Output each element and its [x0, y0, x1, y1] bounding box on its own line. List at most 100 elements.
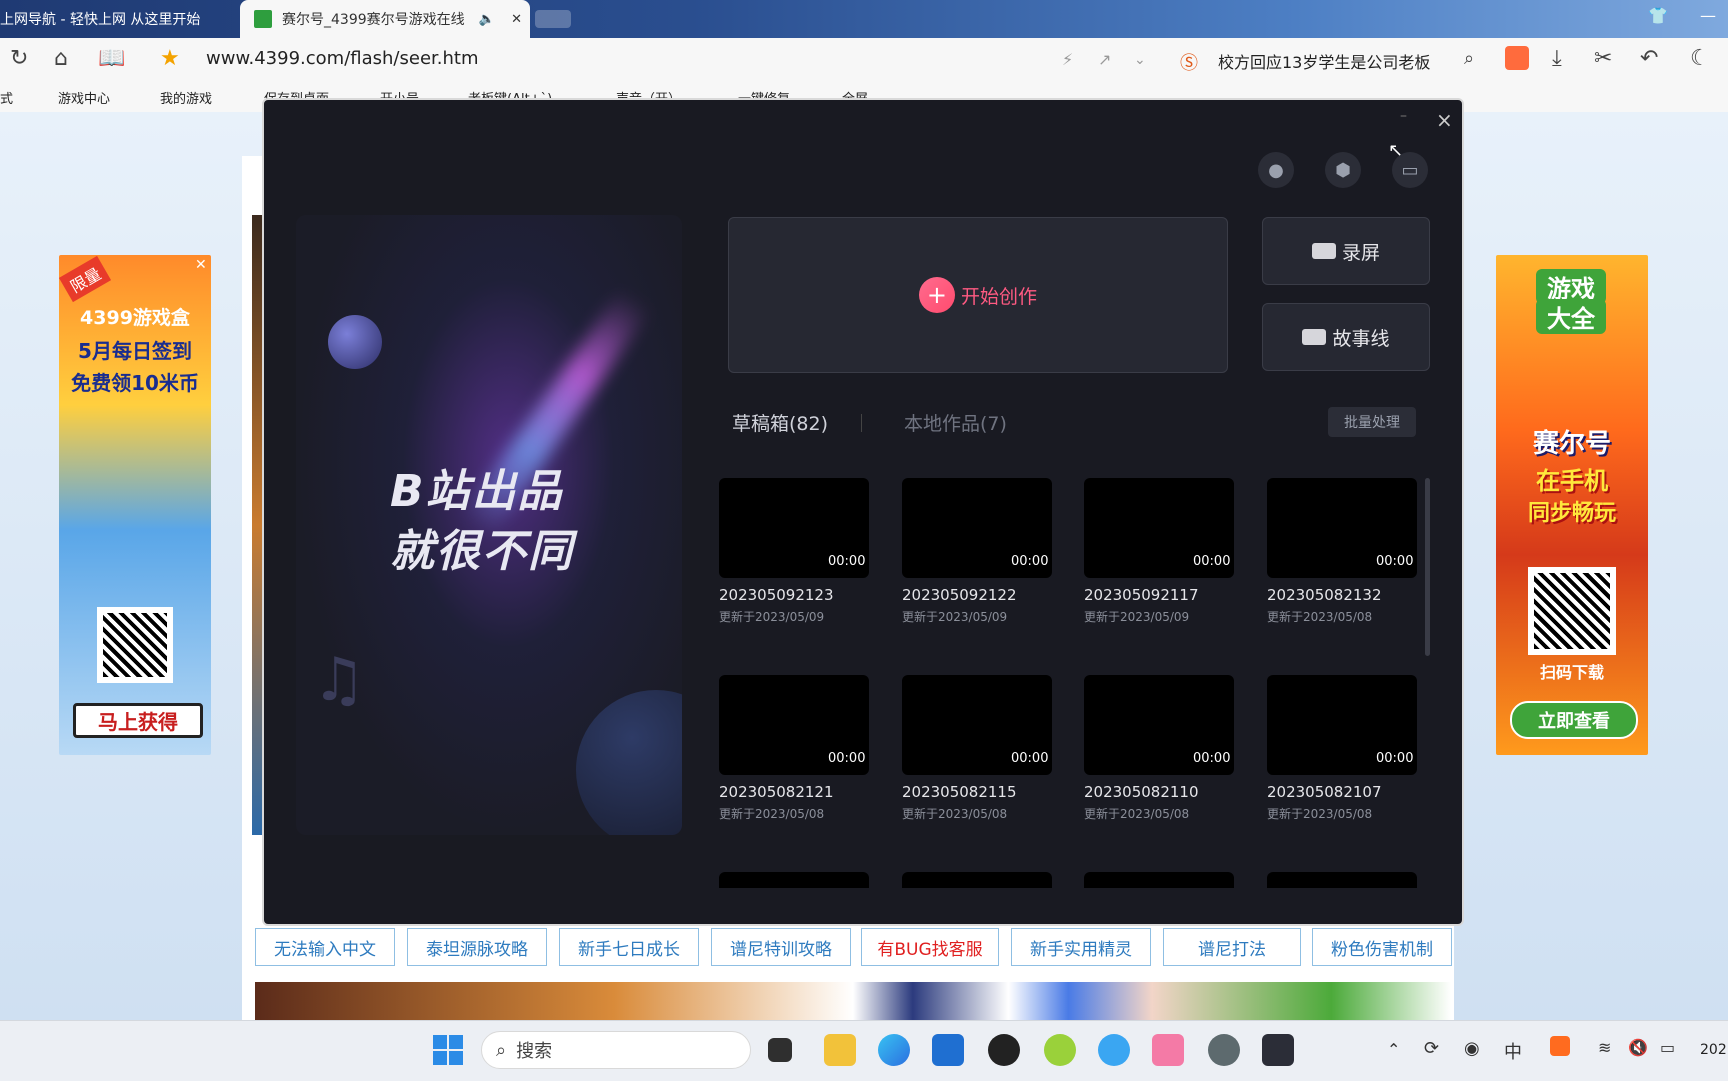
- ime-icon[interactable]: 中: [1504, 1038, 1522, 1064]
- search-engine-icon[interactable]: Ⓢ: [1180, 49, 1198, 75]
- storyline-button[interactable]: 故事线: [1262, 303, 1430, 371]
- bilibili-icon[interactable]: [1152, 1034, 1184, 1066]
- record-label: 录屏: [1341, 241, 1380, 264]
- draft-updated: 更新于2023/05/09: [902, 610, 1008, 624]
- page-nav-link[interactable]: 无法输入中文: [255, 928, 395, 966]
- bookmark-item[interactable]: 我的游戏: [160, 88, 212, 107]
- draft-updated: 更新于2023/05/08: [1267, 807, 1373, 821]
- draft-duration: 00:00: [828, 751, 866, 766]
- minimize-button[interactable]: –: [1400, 108, 1407, 124]
- draft-thumbnail[interactable]: [1084, 872, 1234, 888]
- close-button[interactable]: ×: [1436, 108, 1453, 132]
- chevron-down-icon[interactable]: ⌄: [1134, 52, 1146, 68]
- draft-thumbnail[interactable]: [1267, 872, 1417, 888]
- page-nav-link[interactable]: 谱尼打法: [1163, 928, 1301, 966]
- taskbar-search[interactable]: ⌕ 搜索: [481, 1031, 751, 1069]
- volume-muted-icon[interactable]: 🔇: [1628, 1038, 1648, 1057]
- draft-duration: 00:00: [1193, 554, 1231, 569]
- settings-icon[interactable]: ⬢: [1325, 152, 1361, 188]
- bookmark-item[interactable]: 式: [0, 88, 13, 107]
- ad-line: 大全: [1536, 299, 1606, 334]
- chevron-up-icon[interactable]: ⌃: [1387, 1040, 1400, 1059]
- draft-name: 202305092122: [902, 586, 1017, 604]
- left-ad[interactable]: 限量 ✕ 4399游戏盒 5月每日签到 免费领10米币 马上获得: [59, 255, 211, 755]
- draft-card[interactable]: 00:00 202305082121 更新于2023/05/08: [719, 675, 869, 821]
- clock[interactable]: 202: [1700, 1042, 1727, 1058]
- browser-icon[interactable]: [1098, 1034, 1130, 1066]
- file-explorer-icon[interactable]: [824, 1034, 856, 1066]
- close-tab-icon[interactable]: ✕: [511, 12, 522, 27]
- reload-icon[interactable]: ↻: [10, 46, 28, 71]
- star-icon[interactable]: ★: [160, 46, 180, 71]
- minimize-window-button[interactable]: —: [1700, 6, 1716, 25]
- draft-card[interactable]: 00:00 202305082115 更新于2023/05/08: [902, 675, 1052, 821]
- draft-card[interactable]: 00:00 202305082132 更新于2023/05/08: [1267, 478, 1417, 624]
- share-icon[interactable]: ↗: [1098, 50, 1111, 69]
- draft-name: 202305082115: [902, 783, 1017, 801]
- game-icon[interactable]: [1208, 1034, 1240, 1066]
- search-icon[interactable]: ⌕: [1464, 48, 1474, 69]
- app-icon[interactable]: [1044, 1034, 1076, 1066]
- shirt-icon[interactable]: 👕: [1648, 6, 1668, 25]
- undo-icon[interactable]: ↶: [1640, 46, 1658, 71]
- tab-navigation[interactable]: 上网导航 - 轻快上网 从这里开始: [0, 0, 238, 38]
- page-nav-link[interactable]: 泰坦源脉攻略: [407, 928, 547, 966]
- ad-cta[interactable]: 立即查看: [1510, 701, 1638, 739]
- bcut-icon[interactable]: [1262, 1034, 1294, 1066]
- tab-drafts[interactable]: 草稿箱(82): [732, 409, 828, 436]
- tab-title: 上网导航 - 轻快上网 从这里开始: [0, 12, 201, 28]
- ad-tag: 限量: [59, 255, 112, 303]
- page-nav-link[interactable]: 粉色伤害机制: [1312, 928, 1452, 966]
- ad-cta[interactable]: 马上获得: [73, 703, 203, 738]
- draft-thumbnail[interactable]: [902, 872, 1052, 888]
- reader-icon[interactable]: 📖: [98, 46, 125, 71]
- battery-icon[interactable]: ▭: [1660, 1038, 1675, 1057]
- new-tab-button[interactable]: [535, 10, 571, 28]
- search-icon: ⌕: [496, 1039, 507, 1061]
- translate-icon[interactable]: [1505, 46, 1529, 70]
- sogou-icon[interactable]: [1550, 1036, 1570, 1056]
- draft-card[interactable]: 00:00 202305092122 更新于2023/05/09: [902, 478, 1052, 624]
- scissors-icon[interactable]: ✂: [1594, 46, 1612, 71]
- draft-duration: 00:00: [1376, 554, 1414, 569]
- lightning-icon[interactable]: ⚡: [1062, 50, 1073, 69]
- moon-icon[interactable]: ☾: [1690, 46, 1710, 71]
- cursor-icon: ↖: [1388, 140, 1404, 161]
- edge-icon[interactable]: [878, 1034, 910, 1066]
- draft-card[interactable]: 00:00 202305092117 更新于2023/05/09: [1084, 478, 1234, 624]
- record-screen-button[interactable]: 录屏: [1262, 217, 1430, 285]
- bookmark-item[interactable]: 游戏中心: [58, 88, 110, 107]
- home-icon[interactable]: ⌂: [54, 46, 68, 71]
- speaker-icon[interactable]: 🔈: [479, 12, 495, 27]
- wifi-icon[interactable]: ≋: [1598, 1038, 1611, 1057]
- draft-card[interactable]: 00:00 202305082107 更新于2023/05/08: [1267, 675, 1417, 821]
- dell-icon[interactable]: [988, 1034, 1020, 1066]
- batch-process-button[interactable]: 批量处理: [1328, 407, 1416, 437]
- download-icon[interactable]: ⤓: [1552, 46, 1562, 71]
- start-create-button[interactable]: + 开始创作: [728, 217, 1228, 373]
- page-nav-link[interactable]: 新手实用精灵: [1011, 928, 1151, 966]
- url-field[interactable]: www.4399.com/flash/seer.htm: [206, 48, 479, 69]
- draft-updated: 更新于2023/05/09: [719, 610, 825, 624]
- sync-icon[interactable]: ⟳: [1424, 1038, 1439, 1059]
- page-nav-link[interactable]: 有BUG找客服: [861, 928, 999, 966]
- ad-line: 4399游戏盒: [80, 307, 190, 329]
- scrollbar[interactable]: [1425, 478, 1430, 656]
- tab-local-works[interactable]: 本地作品(7): [904, 409, 1007, 436]
- tab-seer[interactable]: 赛尔号_4399赛尔号游戏在线 🔈 ✕: [240, 0, 530, 38]
- draft-card[interactable]: 00:00 202305082110 更新于2023/05/08: [1084, 675, 1234, 821]
- hot-search-text[interactable]: 校方回应13岁学生是公司老板: [1218, 49, 1430, 73]
- qq-icon[interactable]: ◉: [1464, 1038, 1480, 1059]
- ad-close-icon[interactable]: ✕: [195, 257, 207, 273]
- task-view-icon[interactable]: [768, 1038, 792, 1062]
- page-nav-link[interactable]: 谱尼特训攻略: [711, 928, 851, 966]
- right-ad[interactable]: 游戏 大全 赛尔号 在手机 同步畅玩 扫码下载 立即查看: [1496, 255, 1648, 755]
- user-icon[interactable]: ●: [1258, 152, 1294, 188]
- draft-updated: 更新于2023/05/08: [1267, 610, 1373, 624]
- draft-thumbnail[interactable]: [719, 872, 869, 888]
- start-button[interactable]: [433, 1035, 463, 1065]
- page-nav-link[interactable]: 新手七日成长: [559, 928, 699, 966]
- promo-strip[interactable]: [255, 982, 1451, 1020]
- store-icon[interactable]: [932, 1034, 964, 1066]
- draft-card[interactable]: 00:00 202305092123 更新于2023/05/09: [719, 478, 869, 624]
